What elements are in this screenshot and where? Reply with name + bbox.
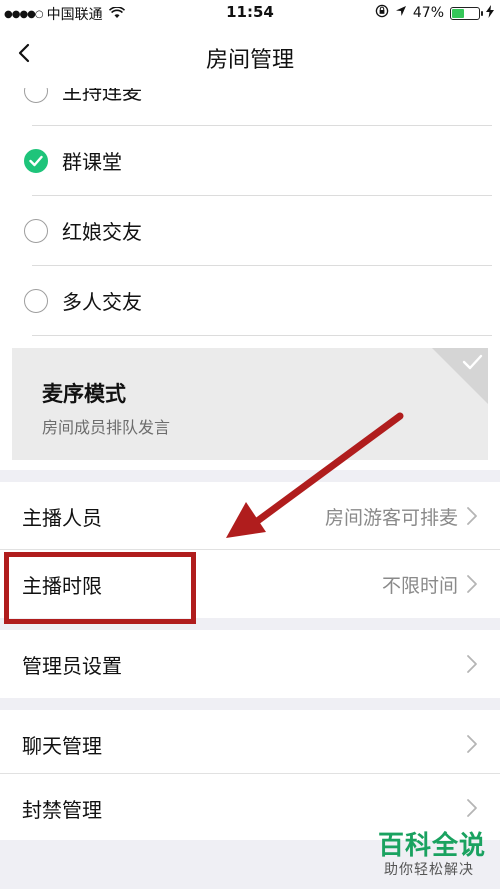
mode-option-label: 群课堂 — [62, 150, 122, 174]
row-label: 封禁管理 — [22, 798, 102, 822]
row-label: 管理员设置 — [22, 654, 122, 678]
watermark-title: 百科全说 — [378, 831, 487, 861]
radio-checked-icon — [24, 149, 48, 173]
mode-option-label: 多人交友 — [62, 290, 142, 314]
radio-unchecked-icon — [24, 219, 48, 243]
radio-unchecked-icon — [24, 289, 48, 313]
charging-icon — [486, 4, 494, 22]
admin-settings-row[interactable]: 管理员设置 — [0, 630, 500, 698]
nav-bar: 房间管理 — [0, 26, 500, 88]
battery-percent: 47% — [412, 5, 444, 21]
corner-check-icon — [432, 348, 488, 404]
row-value: 不限时间 — [381, 575, 458, 597]
page-title: 房间管理 — [205, 48, 294, 73]
watermark-logo: 百科全说 助你轻松解决 — [362, 825, 490, 883]
row-label: 主播人员 — [22, 506, 102, 530]
chevron-right-icon — [467, 575, 477, 593]
mode-option-host-mic[interactable]: 主持连麦 — [0, 88, 500, 126]
mode-option-multi-friends[interactable]: 多人交友 — [0, 266, 500, 336]
radio-unchecked-icon — [24, 88, 48, 103]
watermark-subtitle: 助你轻松解决 — [384, 862, 474, 878]
room-mode-list: 主持连麦 群课堂 红娘交友 多人交友 — [0, 88, 500, 336]
chevron-right-icon — [467, 735, 477, 753]
mode-option-matchmaker[interactable]: 红娘交友 — [0, 196, 500, 266]
mode-option-label: 红娘交友 — [62, 220, 142, 244]
admin-settings-group: 管理员设置 — [0, 630, 500, 698]
mode-card-title: 麦序模式 — [42, 382, 126, 406]
annotation-highlight-box — [4, 552, 196, 624]
status-bar: ●●●●○ 中国联通 11:54 47% — [0, 0, 500, 26]
management-group: 聊天管理 封禁管理 — [0, 710, 500, 840]
chevron-right-icon — [467, 507, 477, 525]
mic-queue-mode-card[interactable]: 麦序模式 房间成员排队发言 — [12, 348, 488, 460]
row-value: 房间游客可排麦 — [324, 507, 458, 529]
chevron-right-icon — [467, 799, 477, 817]
rotation-lock-icon — [375, 4, 389, 22]
mode-card-description: 房间成员排队发言 — [42, 418, 171, 437]
row-label: 聊天管理 — [22, 734, 102, 758]
mode-option-label: 主持连麦 — [62, 88, 142, 104]
chevron-right-icon — [467, 655, 477, 673]
mode-option-group-class[interactable]: 群课堂 — [0, 126, 500, 196]
chat-management-row[interactable]: 聊天管理 — [0, 710, 500, 774]
battery-icon — [450, 6, 483, 20]
anchor-members-row[interactable]: 主播人员 房间游客可排麦 — [0, 482, 500, 550]
location-arrow-icon — [395, 5, 407, 21]
